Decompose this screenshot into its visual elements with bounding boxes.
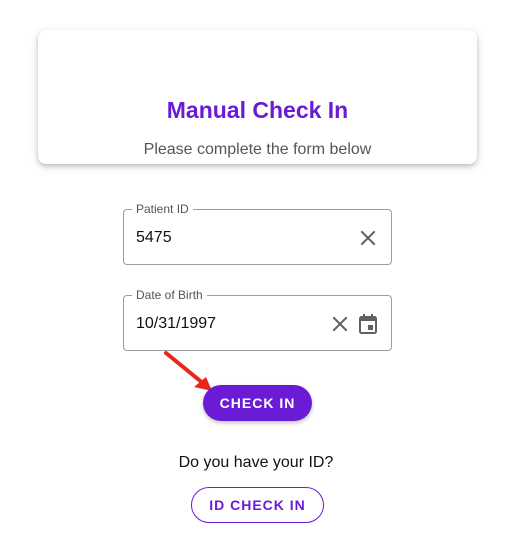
- date-of-birth-label: Date of Birth: [132, 288, 207, 302]
- id-check-in-button[interactable]: ID CHECK IN: [191, 487, 324, 523]
- patient-id-label: Patient ID: [132, 202, 193, 216]
- check-in-button[interactable]: CHECK IN: [203, 385, 312, 421]
- clear-icon[interactable]: [328, 312, 352, 336]
- date-of-birth-field[interactable]: Date of Birth 10/31/1997: [123, 288, 392, 351]
- header-card: Manual Check In Please complete the form…: [38, 30, 477, 164]
- page-subtitle: Please complete the form below: [143, 141, 372, 158]
- clear-icon[interactable]: [356, 226, 380, 250]
- id-prompt-text: Do you have your ID?: [178, 454, 334, 471]
- manual-check-in-page: Manual Check In Please complete the form…: [0, 0, 512, 550]
- page-title: Manual Check In: [166, 97, 349, 123]
- patient-id-field[interactable]: Patient ID 5475: [123, 202, 392, 265]
- date-of-birth-input[interactable]: 10/31/1997: [136, 315, 216, 333]
- patient-id-input[interactable]: 5475: [136, 229, 172, 247]
- calendar-icon[interactable]: [356, 312, 380, 336]
